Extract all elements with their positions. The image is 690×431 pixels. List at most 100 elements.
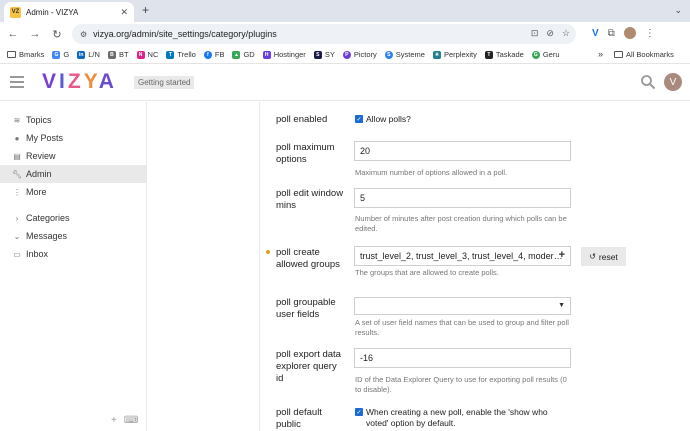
systeme-icon: S xyxy=(384,50,393,59)
poll-create-allowed-groups-multiselect[interactable]: trust_level_2, trust_level_3, trust_leve… xyxy=(354,246,571,266)
forward-icon[interactable]: → xyxy=(26,28,44,40)
bookmark-item[interactable]: H Hostinger xyxy=(262,50,306,59)
bookmark-item[interactable]: S SY xyxy=(313,50,335,59)
extensions-puzzle-icon[interactable]: ⧉ xyxy=(608,28,615,39)
checkbox-label: Allow polls? xyxy=(366,114,411,124)
bookmarks-bar: Bmarks GG in L/N B BT N NC T Trello f FB ▲ GD … xyxy=(0,46,690,64)
close-tab-icon[interactable]: ✕ xyxy=(120,7,128,18)
bookmark-item[interactable]: ▲ GD xyxy=(232,50,255,59)
selected-groups: trust_level_2, trust_level_3, trust_leve… xyxy=(360,251,563,261)
setting-label: poll enabled xyxy=(276,114,328,125)
bookmark-star-icon[interactable]: ☆ xyxy=(562,28,570,39)
setting-label: poll edit window mins xyxy=(276,188,344,211)
sy-icon: S xyxy=(313,50,322,59)
chevron-right-icon: › xyxy=(15,213,19,223)
site-info-icon[interactable]: ⚙ xyxy=(80,30,87,39)
hostinger-icon: H xyxy=(262,50,271,59)
sidebar-item-review[interactable]: ▤ Review xyxy=(0,147,146,165)
bookmark-item[interactable]: in L/N xyxy=(77,50,100,59)
folder-icon xyxy=(7,51,16,58)
bookmark-item[interactable]: B BT xyxy=(107,50,129,59)
bookmark-item[interactable]: T Taskade xyxy=(484,50,524,59)
plugin-settings-panel: poll enabled ✓ Allow polls? poll maximum… xyxy=(259,102,690,431)
user-icon: ● xyxy=(14,133,20,143)
chevron-down-icon: ⌄ xyxy=(13,231,21,241)
back-icon[interactable]: ← xyxy=(4,28,22,40)
bookmark-item[interactable]: N NC xyxy=(136,50,158,59)
profile-avatar-icon[interactable] xyxy=(623,27,636,39)
getting-started-badge[interactable]: Getting started xyxy=(134,76,195,89)
setting-help: The groups that are allowed to create po… xyxy=(355,268,499,277)
checkbox-label: When creating a new poll, enable the 'sh… xyxy=(366,407,548,428)
browser-tab[interactable]: VZ Admin - VIZYA ✕ xyxy=(4,2,134,22)
sidebar-item-topics[interactable]: ≋ Topics xyxy=(0,111,146,129)
bookmark-item[interactable]: Bmarks xyxy=(7,50,44,59)
all-bookmarks[interactable]: All Bookmarks xyxy=(614,50,674,59)
eye-slash-icon[interactable]: ⊘ xyxy=(546,28,554,39)
reload-icon[interactable]: ↻ xyxy=(48,28,66,41)
ellipsis-icon: ⋮ xyxy=(13,187,21,197)
url-text: vizya.org/admin/site_settings/category/p… xyxy=(93,29,277,39)
layers-icon: ≋ xyxy=(13,115,21,125)
vizya-favicon-icon: VZ xyxy=(10,6,21,18)
setting-label: poll groupable user fields xyxy=(276,297,336,320)
keyboard-shortcuts-icon[interactable]: ⌨ xyxy=(124,415,138,426)
trello-icon: T xyxy=(166,50,175,59)
setting-help: Number of minutes after post creation du… xyxy=(355,214,567,233)
wrench-icon: 🔧︎ xyxy=(12,169,23,179)
poll-enabled-checkbox[interactable]: ✓ xyxy=(355,115,363,123)
google-drive-icon: ▲ xyxy=(232,50,241,59)
setting-label: poll export data explorer query id xyxy=(276,349,341,384)
sidebar-item-more[interactable]: ⋮ More xyxy=(0,183,146,201)
poll-default-public-checkbox[interactable]: ✓ xyxy=(355,408,363,416)
bookmark-item[interactable]: G Geru xyxy=(531,50,560,59)
bookmark-item[interactable]: f FB xyxy=(203,50,224,59)
inbox-icon: ▭ xyxy=(13,249,21,259)
more-bookmarks-icon[interactable]: » xyxy=(598,49,603,59)
sidebar-item-inbox[interactable]: ▭ Inbox xyxy=(0,245,146,263)
user-avatar[interactable]: V xyxy=(664,73,682,91)
pictory-icon: P xyxy=(342,50,351,59)
vizya-logo[interactable]: VIZYA xyxy=(42,70,117,94)
bookmark-item[interactable]: P Pictory xyxy=(342,50,377,59)
poll-export-query-id-input[interactable]: -16 xyxy=(354,348,571,368)
sidebar-section-categories[interactable]: › Categories xyxy=(0,209,146,227)
bookmark-item[interactable]: S Systeme xyxy=(384,50,425,59)
bookmark-item[interactable]: T Trello xyxy=(166,50,196,59)
layer-group-icon: ▤ xyxy=(13,151,21,161)
browser-menu-icon[interactable]: ⋮ xyxy=(645,28,655,39)
facebook-icon: f xyxy=(203,50,212,59)
install-app-icon[interactable]: ⊡ xyxy=(531,28,539,39)
bookmark-item[interactable]: GG xyxy=(52,50,69,59)
setting-label: poll maximum options xyxy=(276,142,335,165)
address-bar[interactable]: ⚙ vizya.org/admin/site_settings/category… xyxy=(72,24,576,44)
add-section-icon[interactable]: + xyxy=(111,415,117,426)
browser-window: VZ Admin - VIZYA ✕ + ⌄ ← → ↻ ⚙ vizya.org… xyxy=(0,0,690,431)
sidebar-item-my-posts[interactable]: ● My Posts xyxy=(0,129,146,147)
nc-icon: N xyxy=(136,50,145,59)
search-icon[interactable] xyxy=(640,74,656,90)
google-icon: G xyxy=(52,50,61,59)
reset-button[interactable]: ↺ reset xyxy=(581,247,626,266)
tab-search-chevron-icon[interactable]: ⌄ xyxy=(674,5,682,16)
poll-maximum-options-input[interactable]: 20 xyxy=(354,141,571,161)
sidebar-item-admin[interactable]: 🔧︎ Admin xyxy=(0,165,146,183)
browser-toolbar: ← → ↻ ⚙ vizya.org/admin/site_settings/ca… xyxy=(0,22,690,46)
setting-label: poll create allowed groups xyxy=(276,247,340,270)
vizya-extension-icon[interactable]: V xyxy=(592,28,599,39)
plus-icon[interactable]: + xyxy=(559,249,565,261)
tab-strip: VZ Admin - VIZYA ✕ + ⌄ xyxy=(0,0,690,22)
tab-title: Admin - VIZYA xyxy=(26,7,79,17)
bookmark-item[interactable]: ✳ Perplexity xyxy=(432,50,477,59)
new-tab-icon[interactable]: + xyxy=(142,3,149,17)
sidebar-section-messages[interactable]: ⌄ Messages xyxy=(0,227,146,245)
perplexity-icon: ✳ xyxy=(432,50,441,59)
setting-label: poll default public xyxy=(276,407,322,430)
setting-help: ID of the Data Explorer Query to use for… xyxy=(355,375,567,394)
poll-groupable-user-fields-select[interactable]: ▼ xyxy=(354,297,571,315)
changed-indicator xyxy=(266,250,270,254)
hamburger-menu-icon[interactable] xyxy=(10,76,24,88)
setting-help: A set of user field names that can be us… xyxy=(355,318,569,337)
poll-edit-window-mins-input[interactable]: 5 xyxy=(354,188,571,208)
geru-icon: G xyxy=(531,50,540,59)
